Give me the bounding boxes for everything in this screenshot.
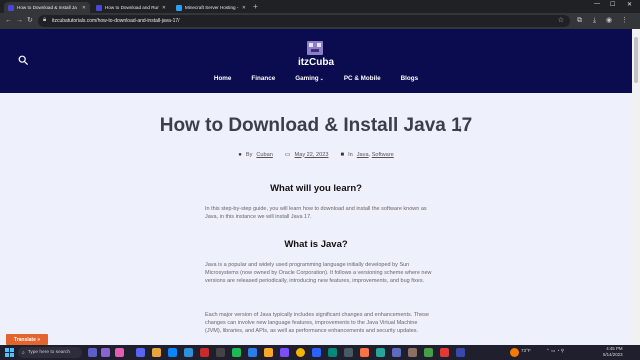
profile-icon[interactable]: ◉ xyxy=(606,16,612,26)
section-paragraph: Java is a popular and widely used progra… xyxy=(205,262,432,285)
app-icon[interactable] xyxy=(312,348,321,357)
nav-blogs[interactable]: Blogs xyxy=(401,75,419,82)
tab-favicon-icon xyxy=(176,4,182,11)
app-icon[interactable] xyxy=(360,348,369,357)
tab-title: How to Download and Run a xyxy=(105,5,159,10)
app-icon[interactable] xyxy=(408,348,417,357)
bookmark-star-icon[interactable]: ☆ xyxy=(558,16,564,24)
author-link[interactable]: Cuban xyxy=(256,152,272,158)
app-icon[interactable] xyxy=(424,348,433,357)
app-icon[interactable] xyxy=(216,348,225,357)
taskbar-search[interactable]: ⌕ Type here to search xyxy=(18,347,82,358)
section-heading-learn: What will you learn? xyxy=(270,183,362,194)
app-icon[interactable] xyxy=(200,348,209,357)
calendar-icon: ▭ xyxy=(284,152,291,158)
windows-taskbar: ⌕ Type here to search 73°F ⌃ ▭ ◔ ⚲ 4:45 … xyxy=(0,345,640,360)
section-paragraph: Each major version of Java typically inc… xyxy=(205,312,429,335)
back-icon[interactable]: ← xyxy=(5,16,12,26)
app-icon[interactable] xyxy=(280,348,289,357)
tab-title: How to Download & Install Ja xyxy=(17,5,77,10)
app-icon[interactable] xyxy=(392,348,401,357)
main-nav: Home Finance Gaming⌄ PC & Mobile Blogs xyxy=(0,75,632,82)
taskbar-search-placeholder: Type here to search xyxy=(27,350,71,355)
url-text: itzcubatutorials.com/how-to-download-and… xyxy=(52,18,180,24)
article-title: How to Download & Install Java 17 xyxy=(159,115,473,136)
maximize-icon[interactable]: ☐ xyxy=(610,1,615,8)
clock-date: 5/14/2023 xyxy=(603,352,623,357)
text-cursor-icon: I xyxy=(459,125,462,134)
scrollbar-thumb[interactable] xyxy=(634,37,638,83)
forward-icon[interactable]: → xyxy=(16,16,23,26)
browser-tab-1[interactable]: How to Download & Install Ja ✕ xyxy=(4,2,90,13)
download-icon[interactable]: ⤓ xyxy=(593,16,596,26)
category-link-java[interactable]: Java xyxy=(357,152,369,158)
minimize-icon[interactable]: — xyxy=(594,1,600,7)
app-icon[interactable] xyxy=(440,348,449,357)
tab-favicon-icon xyxy=(8,4,14,11)
meta-by-label: By xyxy=(245,151,253,158)
extensions-icon[interactable]: ⧉ xyxy=(577,16,582,26)
meta-categories: ■ In Java, Software xyxy=(340,151,393,158)
search-icon: ⌕ xyxy=(22,350,25,356)
app-icon[interactable] xyxy=(101,348,110,357)
address-bar[interactable]: 🔒︎ itzcubatutorials.com/how-to-download-… xyxy=(38,15,570,27)
system-tray-icons[interactable]: ⌃ ▭ ◔ ⚲ xyxy=(546,348,564,354)
menu-kebab-icon[interactable]: ⋮ xyxy=(621,16,628,26)
windows-start-icon[interactable] xyxy=(5,348,14,357)
section-heading-what-is-java: What is Java? xyxy=(284,239,348,250)
weather-icon[interactable] xyxy=(510,348,519,357)
site-brand[interactable]: itzCuba xyxy=(0,57,632,68)
tab-close-icon[interactable]: ✕ xyxy=(82,5,86,11)
date-link[interactable]: May 22, 2023 xyxy=(295,152,329,158)
site-logo-icon[interactable] xyxy=(306,40,324,56)
category-link-software[interactable]: Software xyxy=(372,152,394,158)
taskview-icon[interactable] xyxy=(88,348,97,357)
app-icon[interactable] xyxy=(264,348,273,357)
app-icon[interactable] xyxy=(376,348,385,357)
section-paragraph: In this step-by-step guide, you will lea… xyxy=(205,206,427,221)
nav-gaming-label: Gaming xyxy=(295,75,319,82)
new-tab-icon[interactable]: + xyxy=(253,2,258,12)
nav-finance[interactable]: Finance xyxy=(251,75,275,82)
app-icon[interactable] xyxy=(232,348,241,357)
chrome-icon[interactable] xyxy=(296,348,305,357)
meta-in-label: In xyxy=(348,151,353,158)
lock-icon[interactable]: 🔒︎ xyxy=(43,17,46,24)
app-icon[interactable] xyxy=(184,348,193,357)
user-icon: ● xyxy=(238,151,242,158)
translate-button[interactable]: Translate » xyxy=(6,334,48,345)
reload-icon[interactable]: ↻ xyxy=(27,16,33,26)
close-window-icon[interactable]: ✕ xyxy=(627,1,632,8)
nav-home[interactable]: Home xyxy=(214,75,232,82)
page-scrollbar[interactable] xyxy=(632,29,640,345)
browser-tab-3[interactable]: Minecraft Server Hosting - Apex ✕ xyxy=(172,2,250,13)
meta-date: ▭ May 22, 2023 xyxy=(284,151,329,159)
tab-close-icon[interactable]: ✕ xyxy=(162,5,166,11)
app-icon[interactable] xyxy=(115,348,124,357)
browser-toolbar: ← → ↻ 🔒︎ itzcubatutorials.com/how-to-dow… xyxy=(0,13,640,29)
app-icon[interactable] xyxy=(344,348,353,357)
tab-title: Minecraft Server Hosting - Apex xyxy=(185,5,239,10)
category-list: Java, Software xyxy=(356,151,394,158)
tab-favicon-icon xyxy=(96,4,102,11)
nav-gaming[interactable]: Gaming⌄ xyxy=(295,75,324,82)
clock[interactable]: 4:45 PM 5/14/2023 xyxy=(603,346,623,358)
browser-tab-2[interactable]: How to Download and Run a ✕ xyxy=(92,2,170,13)
app-icon[interactable] xyxy=(248,348,257,357)
folder-icon: ■ xyxy=(340,151,345,158)
file-explorer-icon[interactable] xyxy=(152,348,161,357)
article-meta: ● By Cuban ▭ May 22, 2023 ■ In Java, Sof… xyxy=(0,151,632,159)
chevron-down-icon: ⌄ xyxy=(319,76,324,82)
edge-icon[interactable] xyxy=(168,348,177,357)
app-icon[interactable] xyxy=(328,348,337,357)
site-header: itzCuba Home Finance Gaming⌄ PC & Mobile… xyxy=(0,29,632,93)
weather-temp[interactable]: 73°F xyxy=(521,348,531,353)
app-icon[interactable] xyxy=(456,348,465,357)
browser-tab-bar: How to Download & Install Ja ✕ How to Do… xyxy=(0,0,640,13)
meta-author: ● By Cuban xyxy=(238,151,273,158)
tab-close-icon[interactable]: ✕ xyxy=(242,5,246,11)
discord-icon[interactable] xyxy=(136,348,145,357)
nav-pc-mobile[interactable]: PC & Mobile xyxy=(344,75,381,82)
